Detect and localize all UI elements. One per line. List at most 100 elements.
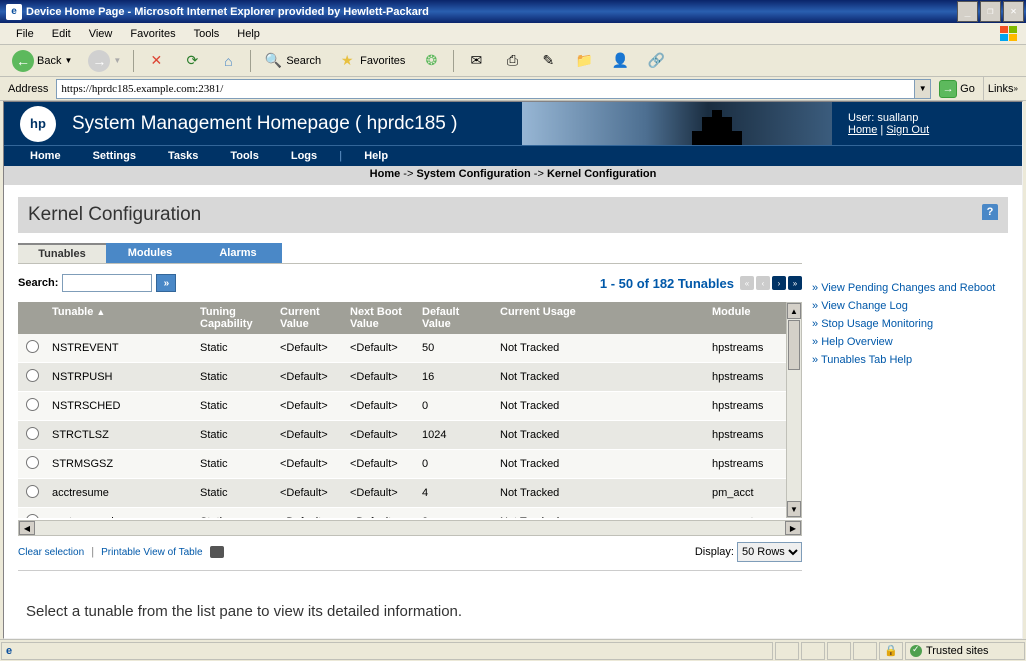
scroll-track-h[interactable] [35, 521, 785, 535]
go-label: Go [960, 83, 975, 95]
mail-button[interactable]: ✉ [460, 48, 492, 74]
row-radio[interactable] [26, 427, 39, 440]
breadcrumb: Home -> System Configuration -> Kernel C… [4, 166, 1022, 185]
pager-next[interactable]: › [772, 276, 786, 290]
stop-button[interactable]: ✕ [140, 48, 172, 74]
scroll-right-button[interactable]: ▶ [785, 521, 801, 535]
menu-tools[interactable]: Tools [186, 26, 228, 42]
home-icon: ⌂ [218, 51, 238, 71]
forward-button[interactable]: → ▼ [82, 47, 127, 75]
link-pending-changes[interactable]: View Pending Changes and Reboot [812, 279, 1008, 297]
horizontal-scrollbar[interactable]: ◀ ▶ [18, 520, 802, 536]
row-radio[interactable] [26, 514, 39, 518]
nav-home[interactable]: Home [14, 150, 77, 162]
table-row[interactable]: STRMSGSZStatic<Default><Default>0Not Tra… [18, 450, 786, 479]
edit-button[interactable]: ✎ [532, 48, 564, 74]
row-radio[interactable] [26, 485, 39, 498]
links-button[interactable]: Links » [983, 77, 1022, 100]
pager-prev[interactable]: ‹ [756, 276, 770, 290]
col-tuning[interactable]: Tuning Capability [194, 302, 274, 334]
link-stop-monitoring[interactable]: Stop Usage Monitoring [812, 315, 1008, 333]
restore-button[interactable]: ❐ [980, 1, 1001, 22]
nav-settings[interactable]: Settings [77, 150, 152, 162]
col-current[interactable]: Current Value [274, 302, 344, 334]
cell-usage: Not Tracked [494, 479, 706, 508]
col-tunable[interactable]: Tunable ▲ [46, 302, 194, 334]
display-rows-select[interactable]: 50 Rows [737, 542, 802, 562]
breadcrumb-home[interactable]: Home [370, 168, 401, 180]
nav-tasks[interactable]: Tasks [152, 150, 214, 162]
go-button[interactable]: → Go [935, 80, 979, 98]
address-dropdown[interactable]: ▼ [915, 79, 931, 99]
printable-view-link[interactable]: Printable View of Table [101, 547, 202, 558]
folder-button[interactable]: 📁 [568, 48, 600, 74]
app-header: hp System Management Homepage ( hprdc185… [4, 102, 1022, 145]
nav-help[interactable]: Help [348, 150, 404, 162]
cell-default: 16 [416, 363, 494, 392]
menu-favorites[interactable]: Favorites [122, 26, 183, 42]
table-row[interactable]: acctsuspendStatic<Default><Default>2Not … [18, 508, 786, 519]
row-radio[interactable] [26, 398, 39, 411]
history-button[interactable]: ❂ [415, 48, 447, 74]
minimize-button[interactable]: _ [957, 1, 978, 22]
cell-default: 4 [416, 479, 494, 508]
favorites-button[interactable]: ★Favorites [331, 48, 411, 74]
table-row[interactable]: NSTREVENTStatic<Default><Default>50Not T… [18, 334, 786, 363]
pager-last[interactable]: » [788, 276, 802, 290]
signout-link[interactable]: Sign Out [886, 124, 929, 136]
breadcrumb-sysconfig[interactable]: System Configuration [416, 168, 530, 180]
menu-file[interactable]: File [8, 26, 42, 42]
table-row[interactable]: NSTRSCHEDStatic<Default><Default>0Not Tr… [18, 392, 786, 421]
col-usage[interactable]: Current Usage [494, 302, 706, 334]
menu-help[interactable]: Help [229, 26, 268, 42]
search-submit[interactable]: » [156, 274, 176, 292]
edit-icon: ✎ [538, 51, 558, 71]
col-default[interactable]: Default Value [416, 302, 494, 334]
scroll-thumb[interactable] [788, 320, 800, 370]
row-radio[interactable] [26, 369, 39, 382]
clear-selection-link[interactable]: Clear selection [18, 547, 84, 558]
search-button[interactable]: 🔍Search [257, 48, 327, 74]
scroll-left-button[interactable]: ◀ [19, 521, 35, 535]
nav-logs[interactable]: Logs [275, 150, 333, 162]
cell-nextboot: <Default> [344, 450, 416, 479]
refresh-button[interactable]: ⟳ [176, 48, 208, 74]
user-info: User: suallanp Home | Sign Out [832, 106, 1022, 142]
chevron-down-icon: ▼ [64, 56, 72, 65]
tab-alarms[interactable]: Alarms [194, 243, 282, 263]
help-button[interactable]: ? [982, 204, 998, 220]
close-button[interactable]: ✕ [1003, 1, 1024, 22]
address-input[interactable] [56, 79, 915, 99]
col-module[interactable]: Module [706, 302, 786, 334]
row-radio[interactable] [26, 456, 39, 469]
col-nextboot[interactable]: Next Boot Value [344, 302, 416, 334]
scroll-track[interactable] [787, 371, 801, 501]
scroll-up-button[interactable]: ▲ [787, 303, 801, 319]
search-input[interactable] [62, 274, 152, 292]
home-button[interactable]: ⌂ [212, 48, 244, 74]
pager-first[interactable]: « [740, 276, 754, 290]
print-button[interactable]: ⎙ [496, 48, 528, 74]
link-change-log[interactable]: View Change Log [812, 297, 1008, 315]
back-button[interactable]: ← Back ▼ [6, 47, 78, 75]
tunables-table: Tunable ▲ Tuning Capability Current Valu… [18, 302, 786, 518]
tab-modules[interactable]: Modules [106, 243, 194, 263]
vertical-scrollbar[interactable]: ▲ ▼ [786, 302, 802, 518]
table-row[interactable]: acctresumeStatic<Default><Default>4Not T… [18, 479, 786, 508]
menu-edit[interactable]: Edit [44, 26, 79, 42]
menu-view[interactable]: View [81, 26, 121, 42]
cell-tuning: Static [194, 392, 274, 421]
link-tunables-help[interactable]: Tunables Tab Help [812, 351, 1008, 369]
user-name: suallanp [877, 112, 918, 124]
table-row[interactable]: NSTRPUSHStatic<Default><Default>16Not Tr… [18, 363, 786, 392]
tab-tunables[interactable]: Tunables [18, 243, 106, 263]
status-cell [801, 642, 825, 660]
research-button[interactable]: 🔗 [640, 48, 672, 74]
nav-tools[interactable]: Tools [214, 150, 275, 162]
link-help-overview[interactable]: Help Overview [812, 333, 1008, 351]
messenger-button[interactable]: 👤 [604, 48, 636, 74]
row-radio[interactable] [26, 340, 39, 353]
table-row[interactable]: STRCTLSZStatic<Default><Default>1024Not … [18, 421, 786, 450]
scroll-down-button[interactable]: ▼ [787, 501, 801, 517]
home-link[interactable]: Home [848, 124, 877, 136]
